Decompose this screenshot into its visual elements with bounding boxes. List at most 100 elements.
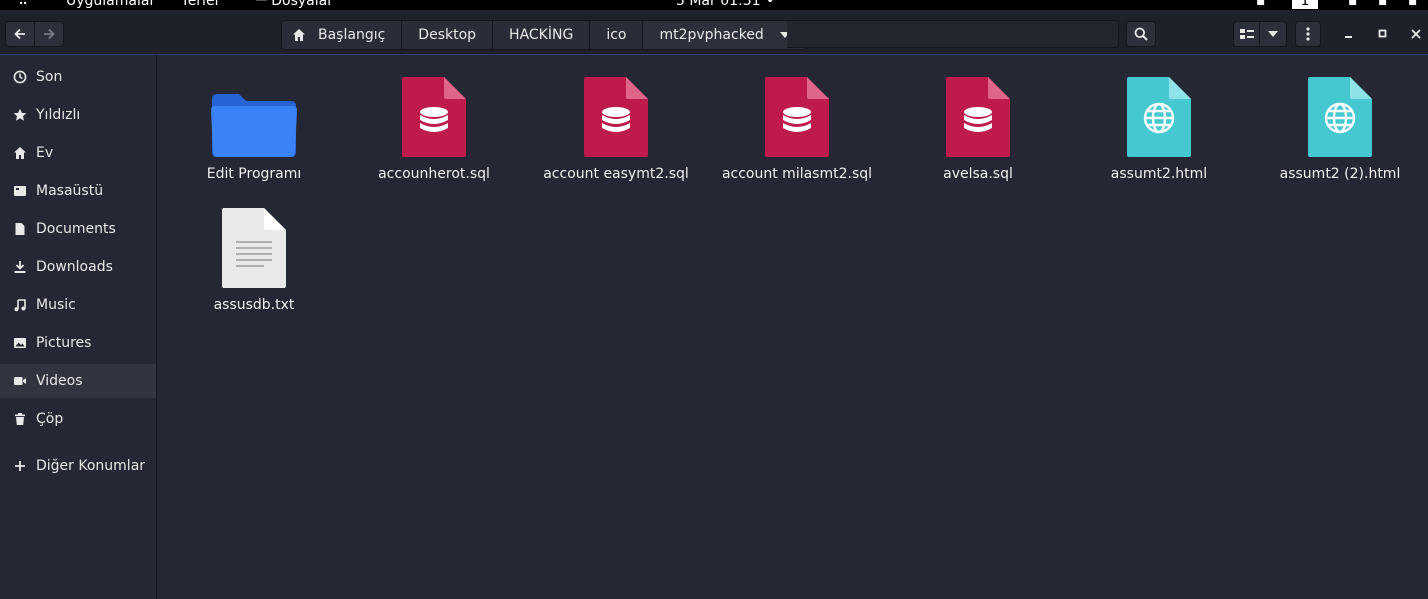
sidebar-item-label: Çöp [36, 411, 64, 427]
breadcrumb-label: Başlangıç [318, 27, 386, 43]
clock[interactable]: 5 Mar 01:51 [676, 0, 761, 9]
video-icon [12, 373, 28, 389]
list-view-icon [1239, 29, 1254, 39]
forward-button[interactable] [34, 21, 64, 47]
maximize-icon [1378, 29, 1387, 38]
file-item-sql[interactable]: accounherot.sql [344, 75, 524, 182]
folder-icon: ▀ [256, 0, 267, 9]
sidebar-item-starred[interactable]: Yıldızlı [0, 98, 156, 132]
sidebar-item-music[interactable]: Music [0, 288, 156, 322]
file-name: Edit Programı [206, 166, 302, 182]
database-file-icon [933, 75, 1023, 157]
sidebar-item-downloads[interactable]: Downloads [0, 250, 156, 284]
power-icon[interactable]: ▪ [1408, 0, 1418, 9]
file-item-sql[interactable]: account milasmt2.sql [707, 75, 887, 182]
file-name: accounherot.sql [378, 166, 490, 182]
database-file-icon [752, 75, 842, 157]
text-file-icon [209, 206, 299, 288]
minimize-icon [1345, 36, 1352, 38]
kebab-menu-icon [1306, 27, 1310, 41]
chevron-down-icon [1268, 31, 1278, 37]
main-menu-button[interactable] [1295, 21, 1321, 47]
arrow-left-icon [14, 28, 25, 40]
sidebar-item-label: Ev [36, 145, 54, 161]
file-name: assusdb.txt [213, 297, 295, 313]
search-icon [1134, 27, 1148, 41]
download-icon [12, 259, 28, 275]
file-grid[interactable]: Edit Programı accounherot.sql account ea… [157, 55, 1428, 599]
file-item-html[interactable]: assumt2 (2).html [1250, 75, 1428, 182]
sidebar-item-label: Diğer Konumlar [36, 458, 146, 474]
arrow-right-icon [44, 28, 55, 40]
places-menu[interactable]: Yerler [181, 0, 220, 9]
folder-icon [209, 75, 299, 157]
desktop-icon [12, 183, 28, 199]
sidebar-item-label: Masaüstü [36, 183, 104, 199]
maximize-button[interactable] [1370, 21, 1396, 47]
sidebar-item-label: Documents [36, 221, 116, 237]
document-icon [12, 221, 28, 237]
sidebar-item-label: Yıldızlı [36, 107, 81, 123]
path-bar-empty-area[interactable] [787, 20, 1119, 48]
breadcrumb-current[interactable]: mt2pvphacked [643, 21, 806, 49]
path-bar: Başlangıç Desktop HACKİNG ico mt2pvphack… [281, 20, 807, 50]
trash-icon [12, 411, 28, 427]
file-item-html[interactable]: assumt2.html [1069, 75, 1249, 182]
plus-icon [12, 458, 28, 474]
network-icon[interactable]: ▪ [1256, 0, 1266, 9]
file-item-sql[interactable]: avelsa.sql [888, 75, 1068, 182]
file-name: avelsa.sql [943, 166, 1013, 182]
breadcrumb-label: mt2pvphacked [659, 27, 764, 43]
clock-icon [12, 69, 28, 85]
apps-grid-icon[interactable]: ⠿ [18, 0, 28, 9]
home-icon [293, 29, 305, 41]
minimize-button[interactable] [1336, 21, 1362, 47]
sidebar-item-pictures[interactable]: Pictures [0, 326, 156, 360]
close-button[interactable] [1403, 21, 1428, 47]
back-button[interactable] [5, 21, 35, 47]
file-name: assumt2.html [1110, 166, 1208, 182]
picture-icon [12, 335, 28, 351]
sidebar-item-videos[interactable]: Videos [0, 364, 156, 398]
sidebar-item-label: Music [36, 297, 76, 313]
sidebar-item-other-locations[interactable]: Diğer Konumlar [0, 449, 156, 483]
sidebar-item-home[interactable]: Ev [0, 136, 156, 170]
sidebar-item-label: Videos [36, 373, 83, 389]
database-file-icon [389, 75, 479, 157]
notification-dot-icon: • [766, 0, 775, 9]
star-icon [12, 107, 28, 123]
volume-icon[interactable]: ▪ [1378, 0, 1388, 9]
sidebar: Son Yıldızlı Ev Masaüstü Documents Downl… [0, 55, 157, 599]
sidebar-item-recent[interactable]: Son [0, 60, 156, 94]
web-file-icon [1295, 75, 1385, 157]
breadcrumb-ico[interactable]: ico [590, 21, 644, 49]
home-icon [12, 145, 28, 161]
breadcrumb-desktop[interactable]: Desktop [402, 21, 494, 49]
sidebar-item-label: Downloads [36, 259, 113, 275]
top-panel: ⠿ Uygulamalar Yerler ▀ Dosyalar 5 Mar 01… [0, 0, 1428, 10]
view-toggle-button[interactable] [1233, 21, 1260, 47]
keyboard-layout-indicator[interactable]: 1 [1292, 0, 1318, 9]
header-bar: Başlangıç Desktop HACKİNG ico mt2pvphack… [0, 10, 1428, 55]
file-item-txt[interactable]: assusdb.txt [164, 206, 344, 313]
sidebar-item-label: Son [36, 69, 63, 85]
sidebar-item-documents[interactable]: Documents [0, 212, 156, 246]
sidebar-item-trash[interactable]: Çöp [0, 402, 156, 436]
database-file-icon [571, 75, 661, 157]
sidebar-item-label: Pictures [36, 335, 92, 351]
file-name: assumt2 (2).html [1279, 166, 1401, 182]
file-item-sql[interactable]: account easymt2.sql [526, 75, 706, 182]
files-app-menu[interactable]: ▀ Dosyalar [256, 0, 333, 9]
sidebar-item-desktop[interactable]: Masaüstü [0, 174, 156, 208]
file-item-folder[interactable]: Edit Programı [164, 75, 344, 182]
activities-menu[interactable]: Uygulamalar [66, 0, 155, 9]
search-button[interactable] [1126, 21, 1156, 47]
breadcrumb-hacking[interactable]: HACKİNG [493, 21, 591, 49]
breadcrumb-home[interactable]: Başlangıç [282, 21, 403, 49]
file-name: account easymt2.sql [543, 166, 689, 182]
file-name: account milasmt2.sql [721, 166, 873, 182]
web-file-icon [1114, 75, 1204, 157]
close-icon [1411, 29, 1421, 39]
view-options-button[interactable] [1260, 21, 1287, 47]
camera-icon[interactable]: ▪ [1348, 0, 1358, 9]
